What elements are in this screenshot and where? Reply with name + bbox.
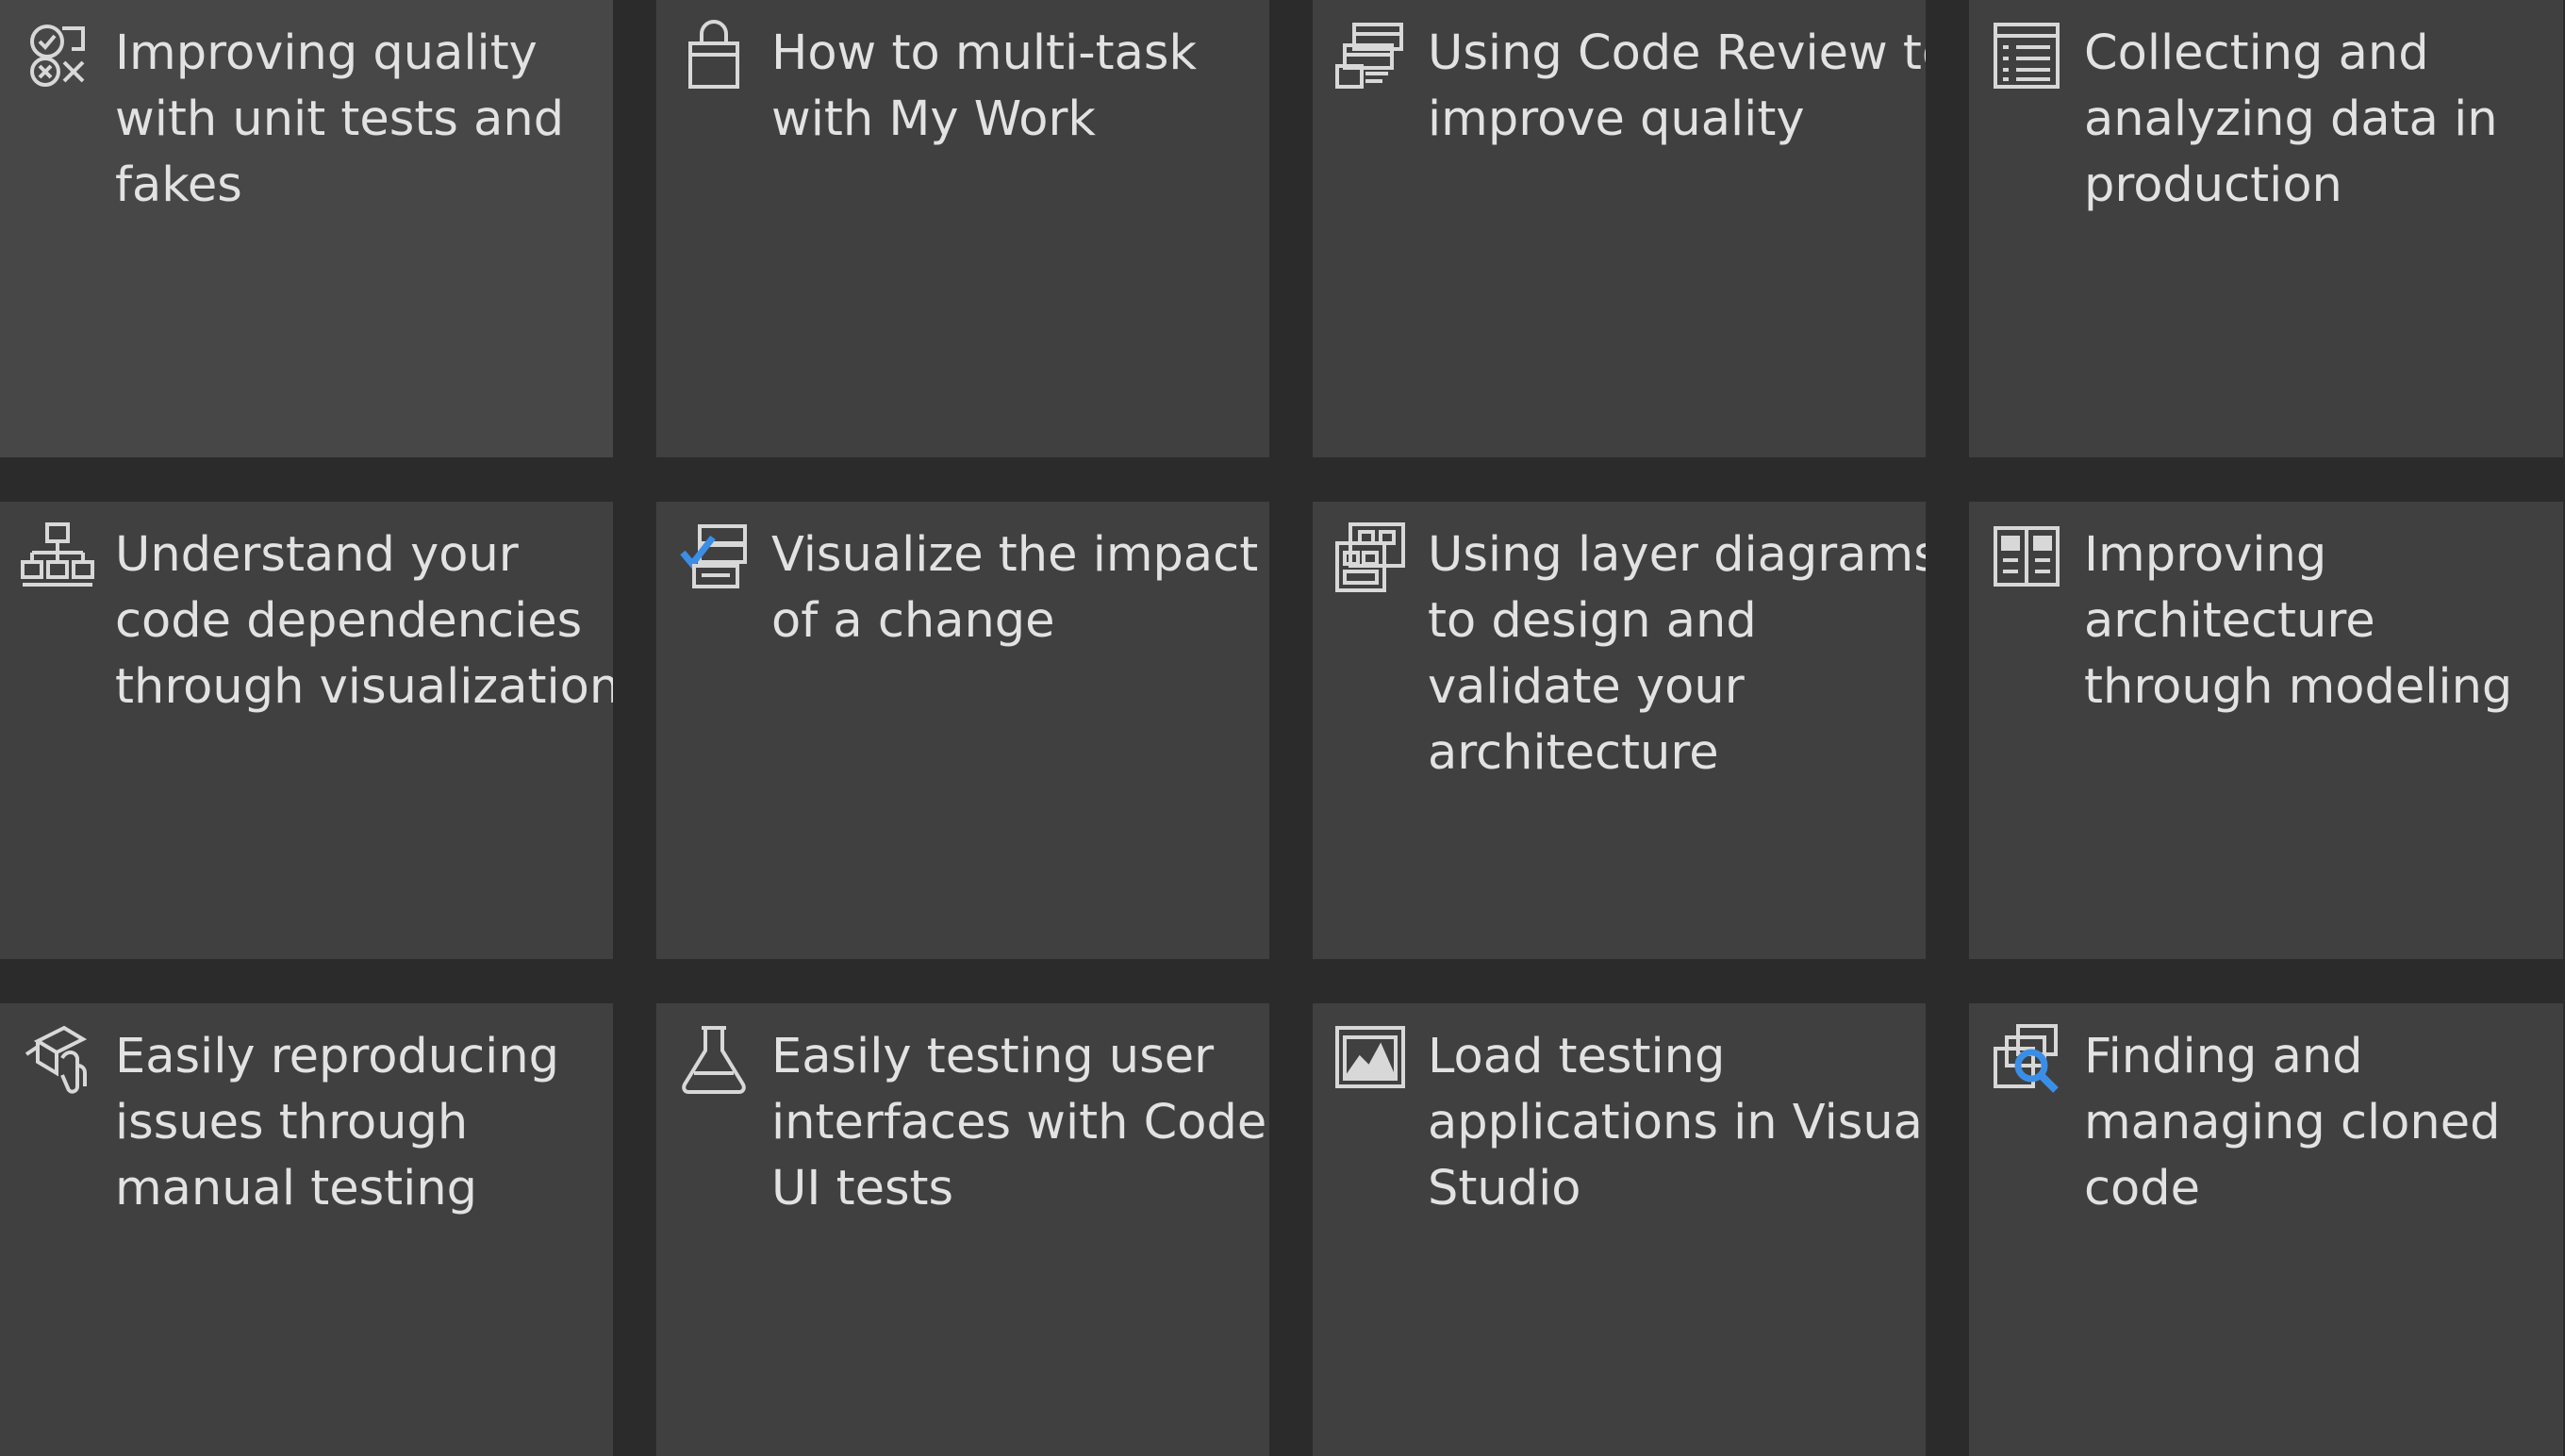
dependency-graph-icon bbox=[19, 519, 96, 596]
tile-label: Improving architecture through modeling bbox=[2084, 527, 2513, 715]
tile-code-dependencies[interactable]: Understand your code dependencies throug… bbox=[0, 502, 613, 959]
tile-load-testing[interactable]: Load testing applications in Visual Stud… bbox=[1313, 1003, 1926, 1456]
tile-code-review[interactable]: Using Code Review to improve quality bbox=[1313, 0, 1926, 457]
manual-test-icon bbox=[19, 1020, 96, 1098]
code-review-icon bbox=[1332, 17, 1409, 94]
tile-label: Easily testing user interfaces with Code… bbox=[771, 1029, 1269, 1216]
tile-architecture-modeling[interactable]: Improving architecture through modeling bbox=[1969, 502, 2563, 959]
impact-checklist-icon bbox=[675, 519, 753, 596]
tile-label: Using Code Review to improve quality bbox=[1428, 25, 1926, 147]
load-test-icon bbox=[1332, 1020, 1409, 1098]
tile-coded-ui-tests[interactable]: Easily testing user interfaces with Code… bbox=[656, 1003, 1269, 1456]
data-list-icon bbox=[1988, 17, 2065, 94]
tile-label: Collecting and analyzing data in product… bbox=[2084, 25, 2498, 213]
flask-icon bbox=[675, 1020, 753, 1098]
tile-impact-of-change[interactable]: Visualize the impact of a change bbox=[656, 502, 1269, 959]
tile-label: Using layer diagrams to design and valid… bbox=[1428, 527, 1926, 781]
tile-label: Visualize the impact of a change bbox=[771, 527, 1259, 649]
tile-label: Improving quality with unit tests and fa… bbox=[115, 25, 565, 213]
tile-label: Easily reproducing issues through manual… bbox=[115, 1029, 560, 1216]
tile-my-work[interactable]: How to multi-task with My Work bbox=[656, 0, 1269, 457]
tile-label: Load testing applications in Visual Stud… bbox=[1428, 1029, 1926, 1216]
tile-cloned-code[interactable]: Finding and managing cloned code bbox=[1969, 1003, 2563, 1456]
my-work-icon bbox=[675, 17, 753, 94]
unit-test-icon bbox=[19, 17, 96, 94]
tile-label: How to multi-task with My Work bbox=[771, 25, 1197, 147]
tile-label: Understand your code dependencies throug… bbox=[115, 527, 613, 715]
tutorial-tile-grid: Improving quality with unit tests and fa… bbox=[0, 0, 2565, 1456]
clone-search-icon bbox=[1988, 1020, 2065, 1098]
layer-diagram-icon bbox=[1332, 519, 1409, 596]
tile-layer-diagrams[interactable]: Using layer diagrams to design and valid… bbox=[1313, 502, 1926, 959]
tile-unit-tests[interactable]: Improving quality with unit tests and fa… bbox=[0, 0, 613, 457]
tile-label: Finding and managing cloned code bbox=[2084, 1029, 2501, 1216]
tile-production-data[interactable]: Collecting and analyzing data in product… bbox=[1969, 0, 2563, 457]
tile-manual-testing[interactable]: Easily reproducing issues through manual… bbox=[0, 1003, 613, 1456]
model-diagram-icon bbox=[1988, 519, 2065, 596]
